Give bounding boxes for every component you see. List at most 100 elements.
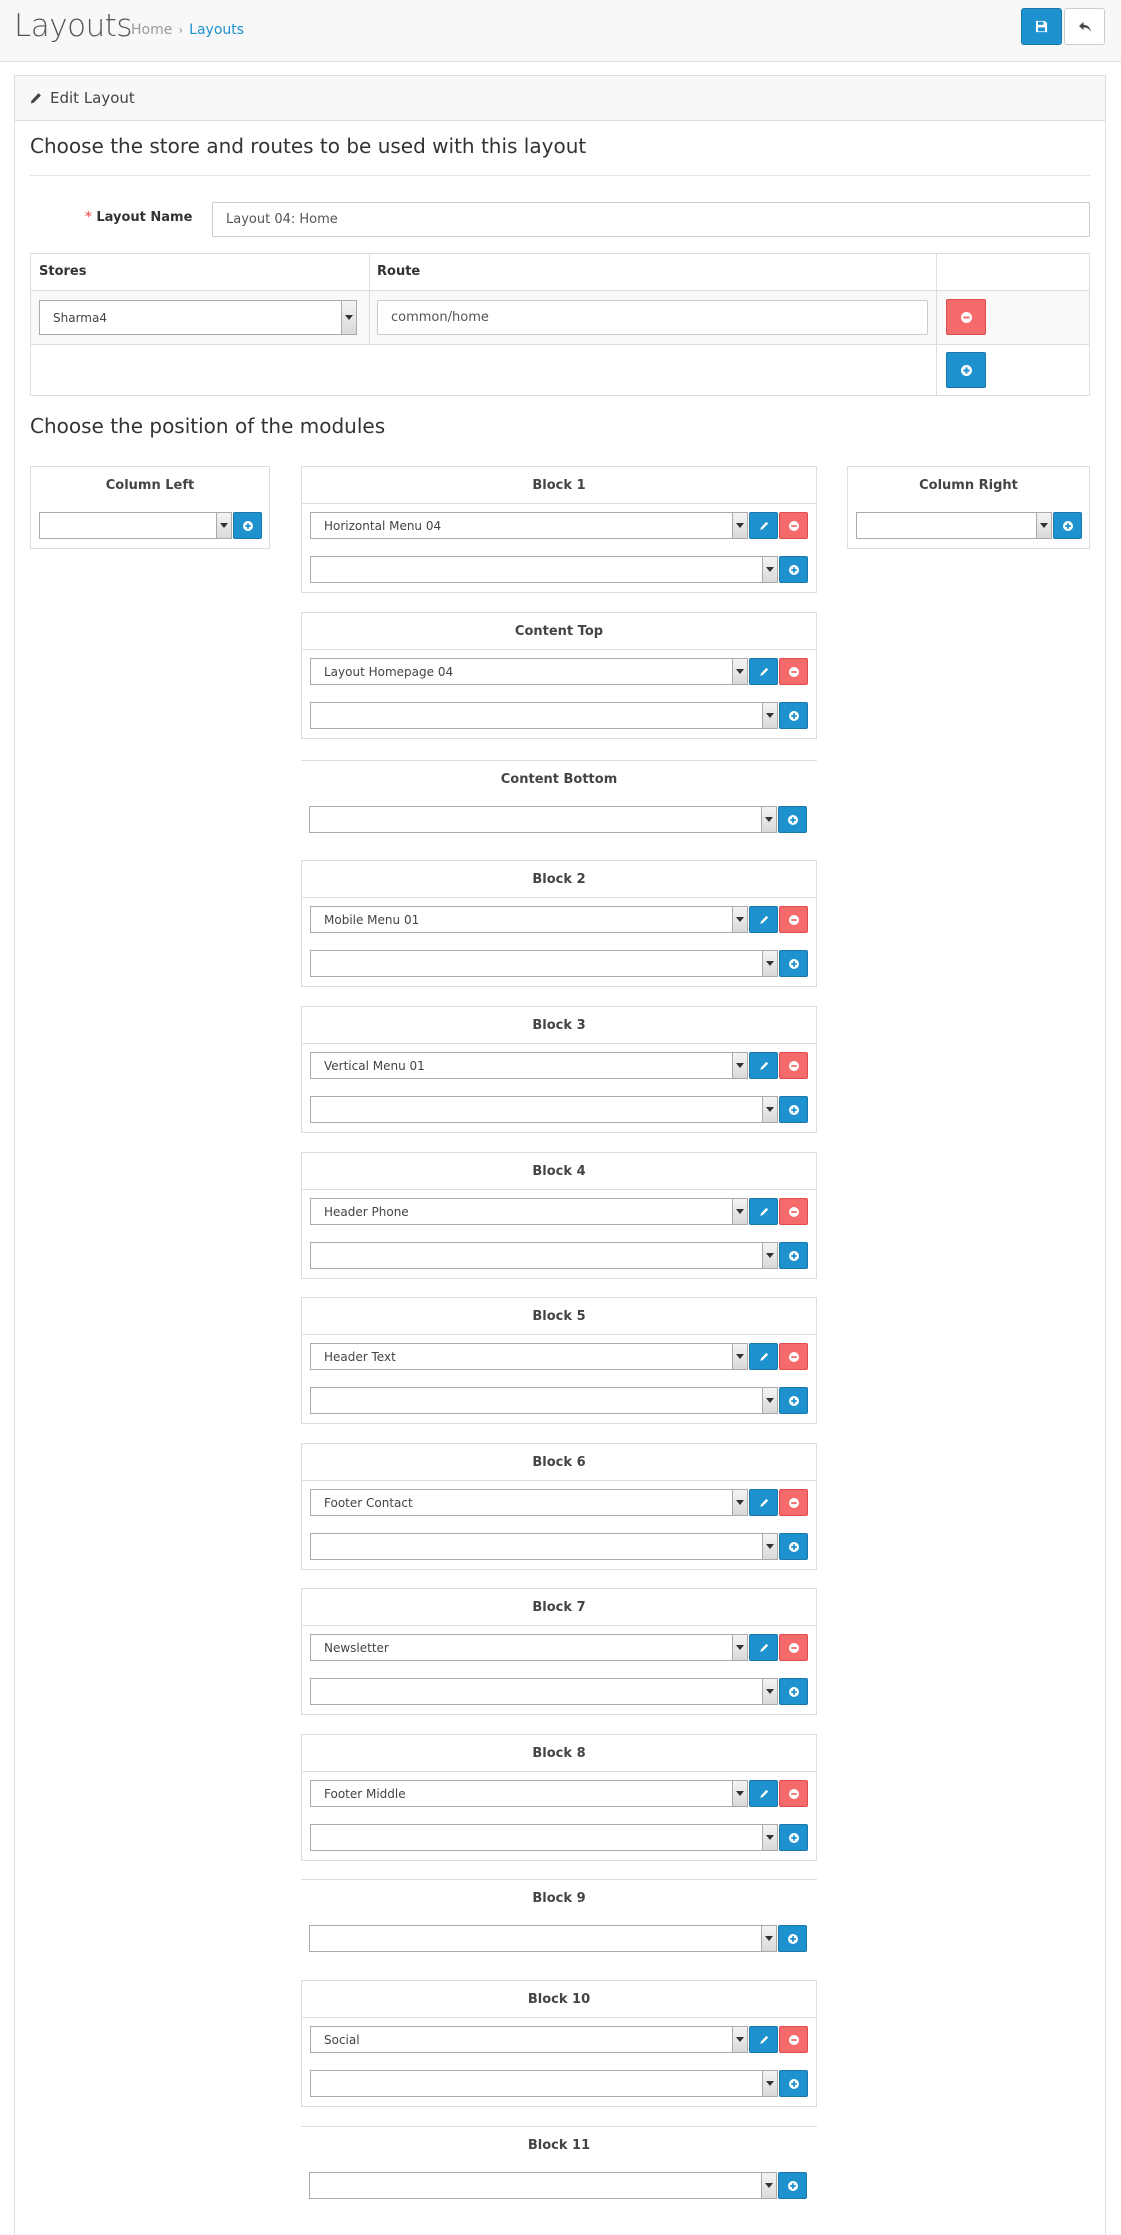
edit-module-button[interactable] (749, 512, 778, 539)
add-route-button[interactable] (946, 352, 986, 388)
add-module-button[interactable] (778, 2172, 807, 2199)
plus-circle-icon (960, 364, 972, 376)
plus-circle-icon (787, 814, 798, 825)
plus-circle-icon (788, 1541, 799, 1552)
edit-module-button[interactable] (749, 1198, 778, 1225)
position-title: Block 2 (302, 861, 816, 898)
minus-circle-icon (788, 1497, 799, 1508)
chevron-down-icon (762, 703, 777, 728)
add-module-select[interactable] (310, 1533, 778, 1560)
remove-module-button[interactable] (779, 1780, 808, 1807)
remove-module-button[interactable] (779, 1489, 808, 1516)
chevron-down-icon (732, 513, 747, 538)
edit-module-button[interactable] (749, 1052, 778, 1079)
position-box: Content Top Layout Homepage 04 (301, 612, 817, 739)
module-select-value: Header Text (324, 1349, 396, 1364)
breadcrumb-layouts[interactable]: Layouts (189, 22, 244, 38)
module-select[interactable]: Footer Contact (310, 1489, 748, 1516)
module-select[interactable]: Footer Middle (310, 1780, 748, 1807)
edit-module-button[interactable] (749, 906, 778, 933)
position-title: Block 10 (302, 1981, 816, 2018)
remove-module-button[interactable] (779, 1634, 808, 1661)
add-module-button[interactable] (778, 806, 807, 833)
add-module-select[interactable] (310, 2070, 778, 2097)
edit-module-button[interactable] (749, 2026, 778, 2053)
route-input[interactable]: common/home (377, 300, 928, 335)
plus-circle-icon (787, 1933, 798, 1944)
add-module-button[interactable] (779, 1824, 808, 1851)
remove-module-button[interactable] (779, 906, 808, 933)
column-right-select[interactable] (856, 512, 1052, 539)
module-select[interactable]: Header Phone (310, 1198, 748, 1225)
add-module-select[interactable] (310, 702, 778, 729)
plus-circle-icon (787, 2180, 798, 2191)
add-module-select[interactable] (310, 1387, 778, 1414)
add-module-button[interactable] (778, 1925, 807, 1952)
remove-module-button[interactable] (779, 1198, 808, 1225)
plus-circle-icon (788, 958, 799, 969)
add-module-select[interactable] (310, 1678, 778, 1705)
add-module-select[interactable] (310, 1242, 778, 1269)
minus-circle-icon (788, 1642, 799, 1653)
module-select[interactable]: Header Text (310, 1343, 748, 1370)
remove-module-button[interactable] (779, 1343, 808, 1370)
module-select[interactable]: Mobile Menu 01 (310, 906, 748, 933)
table-header: Stores Route (31, 254, 1089, 291)
minus-circle-icon (788, 520, 799, 531)
chevron-down-icon (732, 1635, 747, 1660)
add-module-select[interactable] (309, 806, 777, 833)
layout-name-label-text: Layout Name (96, 210, 193, 225)
chevron-down-icon (1036, 513, 1051, 538)
store-route-table: Stores Route Sharma4 common/home (30, 253, 1090, 396)
column-left-select[interactable] (39, 512, 232, 539)
add-module-button[interactable] (779, 950, 808, 977)
add-module-button[interactable] (779, 1533, 808, 1560)
add-module-button[interactable] (779, 556, 808, 583)
add-module-button[interactable] (779, 1096, 808, 1123)
add-module-select[interactable] (309, 1925, 777, 1952)
add-module-select[interactable] (310, 950, 778, 977)
position-title: Block 6 (302, 1444, 816, 1481)
module-select[interactable]: Layout Homepage 04 (310, 658, 748, 685)
add-module-select[interactable] (310, 1096, 778, 1123)
layout-name-input[interactable]: Layout 04: Home (212, 202, 1090, 237)
add-module-button[interactable] (779, 1678, 808, 1705)
save-button[interactable] (1021, 8, 1062, 45)
remove-route-button[interactable] (946, 299, 986, 335)
add-module-select[interactable] (309, 2172, 777, 2199)
minus-circle-icon (960, 311, 972, 323)
breadcrumb-home[interactable]: Home (131, 22, 172, 38)
remove-module-button[interactable] (779, 512, 808, 539)
minus-circle-icon (788, 914, 799, 925)
pencil-icon (759, 1643, 768, 1652)
remove-module-button[interactable] (779, 658, 808, 685)
column-left-add-button[interactable] (233, 512, 262, 539)
add-module-button[interactable] (779, 702, 808, 729)
module-select[interactable]: Social (310, 2026, 748, 2053)
pencil-icon (759, 1352, 768, 1361)
remove-module-button[interactable] (779, 2026, 808, 2053)
plus-circle-icon (788, 1250, 799, 1261)
module-select[interactable]: Horizontal Menu 04 (310, 512, 748, 539)
module-select[interactable]: Newsletter (310, 1634, 748, 1661)
position-box: Block 11 (301, 2126, 817, 2209)
add-module-select[interactable] (310, 1824, 778, 1851)
back-button[interactable] (1064, 8, 1105, 45)
module-select[interactable]: Vertical Menu 01 (310, 1052, 748, 1079)
add-module-button[interactable] (779, 2070, 808, 2097)
column-right-add-button[interactable] (1053, 512, 1082, 539)
edit-module-button[interactable] (749, 1780, 778, 1807)
add-module-button[interactable] (779, 1242, 808, 1269)
module-select-value: Footer Contact (324, 1495, 413, 1510)
store-select[interactable]: Sharma4 (39, 300, 357, 335)
edit-module-button[interactable] (749, 1343, 778, 1370)
plus-circle-icon (788, 710, 799, 721)
edit-layout-panel: Edit Layout Choose the store and routes … (14, 75, 1106, 2235)
remove-module-button[interactable] (779, 1052, 808, 1079)
add-module-select[interactable] (310, 556, 778, 583)
edit-module-button[interactable] (749, 658, 778, 685)
edit-module-button[interactable] (749, 1489, 778, 1516)
module-select-value: Header Phone (324, 1204, 409, 1219)
add-module-button[interactable] (779, 1387, 808, 1414)
edit-module-button[interactable] (749, 1634, 778, 1661)
